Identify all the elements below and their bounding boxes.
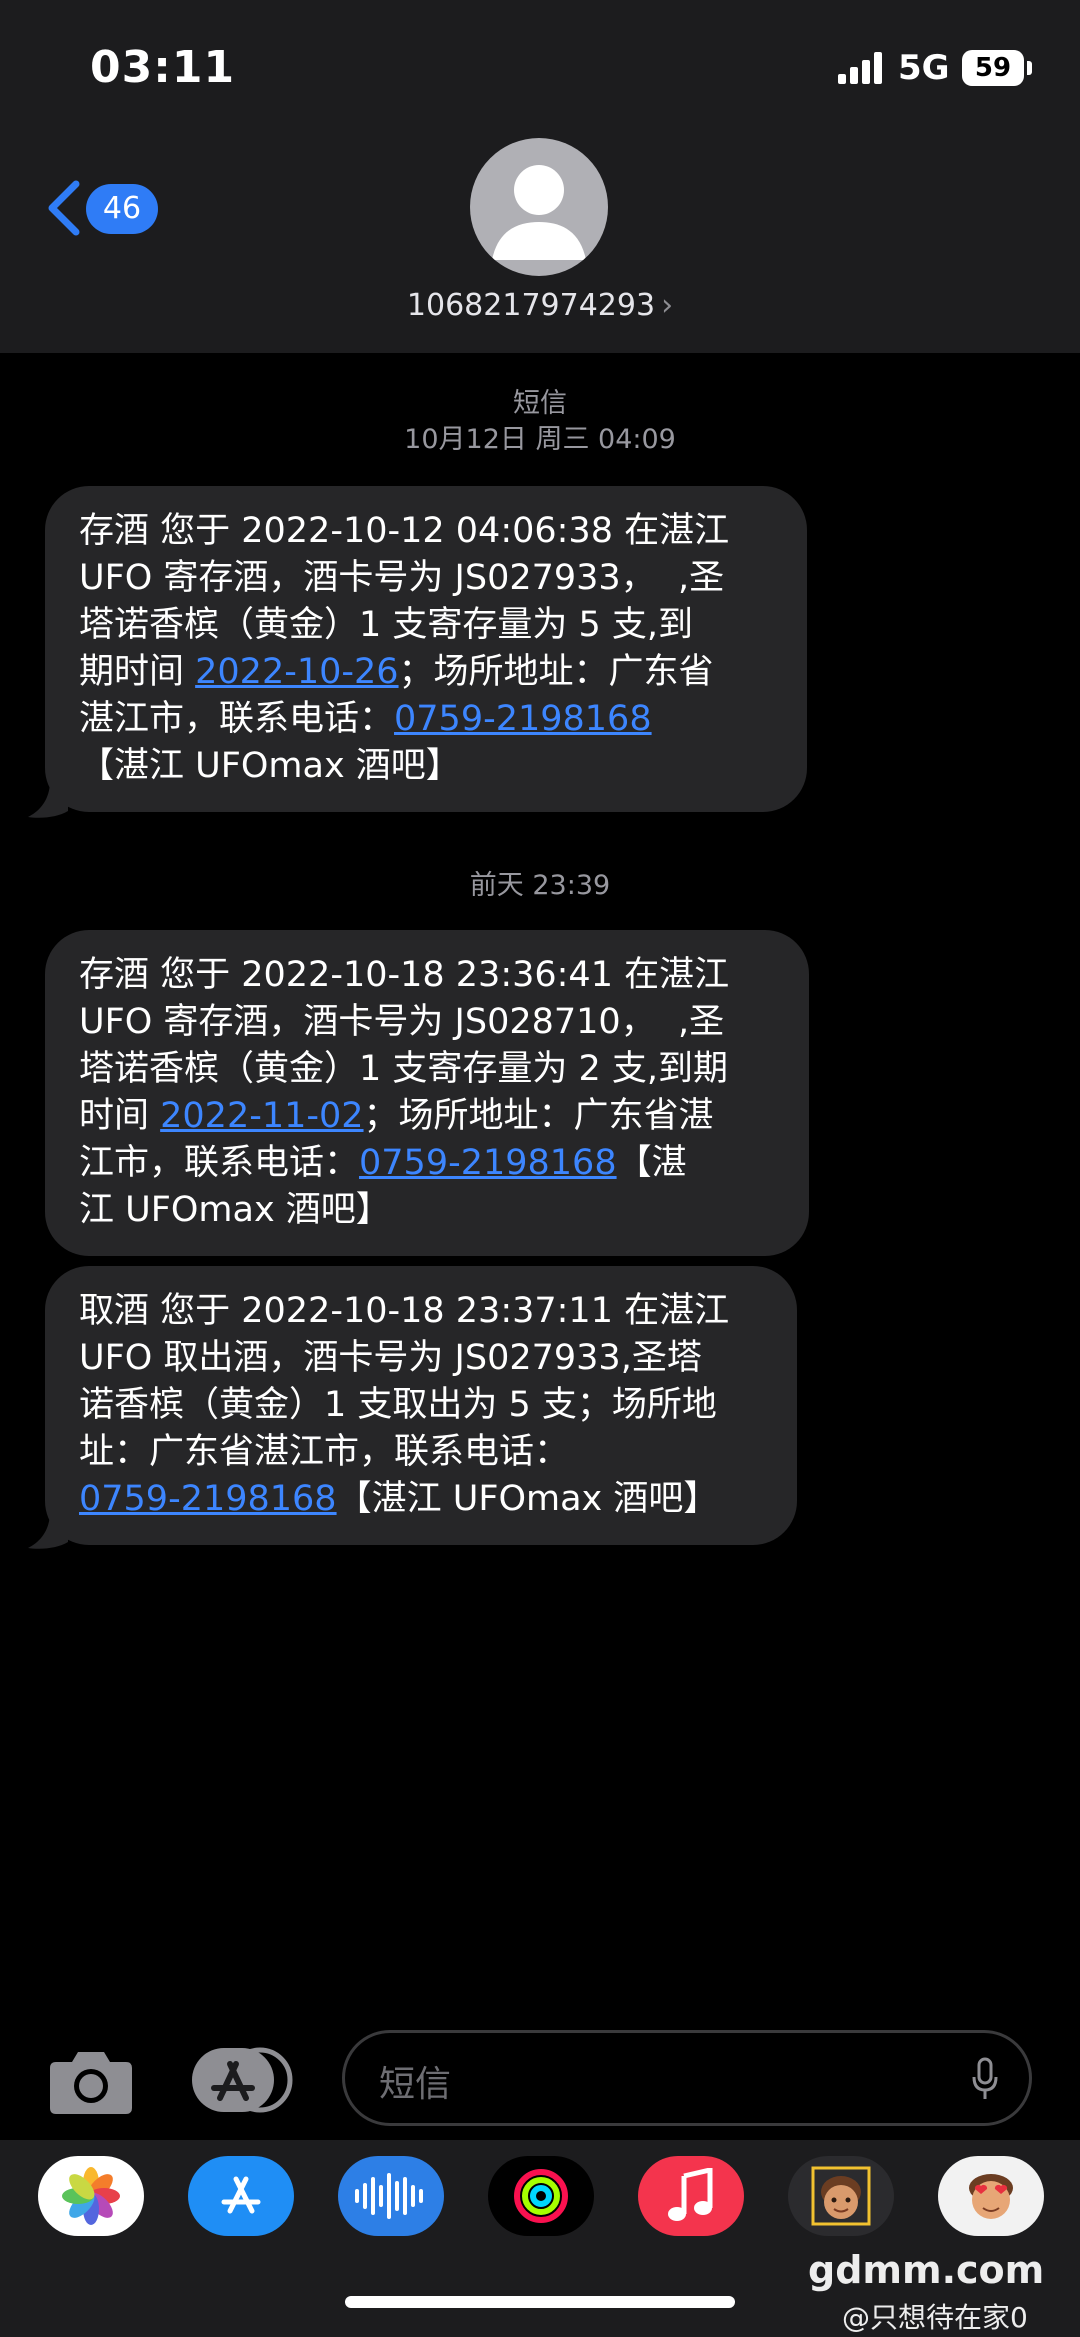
message-bubble[interactable]: 取酒 您于 2022-10-18 23:37:11 在湛江 UFO 取出酒，酒卡…	[45, 1266, 797, 1545]
back-button[interactable]: 46	[42, 176, 162, 242]
fitness-rings-icon[interactable]	[488, 2156, 594, 2236]
watermark-site: gdmm.com	[808, 2248, 1045, 2292]
music-icon[interactable]	[638, 2156, 744, 2236]
memoji-face	[811, 2166, 871, 2226]
waveform-glyph	[355, 2173, 423, 2219]
person-icon	[492, 165, 586, 260]
timestamp: 10月12日 周三 04:09	[404, 424, 676, 455]
home-indicator[interactable]	[345, 2296, 735, 2308]
phone-link[interactable]: 0759-2198168	[394, 699, 652, 739]
message-text: 【湛江 UFOmax 酒吧】	[79, 746, 461, 786]
unread-count-badge: 46	[86, 184, 158, 234]
date-link[interactable]: 2022-11-02	[160, 1096, 363, 1136]
bubble-tail	[28, 1512, 68, 1549]
contact-number: 1068217974293	[406, 288, 656, 323]
app-store-glyph	[221, 2176, 261, 2214]
timestamp: 前天 23:39	[469, 870, 611, 901]
message-text: 【湛江 UFOmax 酒吧】	[336, 1479, 719, 1519]
contact-avatar[interactable]	[470, 138, 608, 276]
app-store-icon[interactable]	[188, 2156, 294, 2236]
battery-icon: 59	[962, 50, 1024, 86]
network-type: 5G	[898, 48, 950, 88]
memoji-boy-icon[interactable]	[788, 2156, 894, 2236]
message-bubble[interactable]: 存酒 您于 2022-10-12 04:06:38 在湛江 UFO 寄存酒，酒卡…	[45, 486, 807, 812]
conversation-header: 03:11 5G 59 46 1068217974293 ›	[0, 0, 1080, 353]
status-time: 03:11	[90, 42, 236, 93]
service-label: 短信	[513, 388, 567, 419]
microphone-icon[interactable]	[971, 2057, 999, 2101]
photos-flower	[62, 2167, 120, 2225]
app-store-icon	[192, 2047, 293, 2113]
date-link[interactable]: 2022-10-26	[195, 652, 398, 692]
camera-icon	[50, 2052, 132, 2114]
apps-button[interactable]	[190, 2044, 294, 2116]
photos-icon[interactable]	[38, 2156, 144, 2236]
activity-rings	[514, 2169, 568, 2223]
timestamp-group: 短信 10月12日 周三 04:09	[0, 386, 1080, 458]
battery-tip	[1027, 61, 1032, 75]
watermark-user: @只想待在家0	[842, 2301, 1028, 2334]
input-placeholder: 短信	[379, 2064, 452, 2105]
audio-waveform-icon[interactable]	[338, 2156, 444, 2236]
cellular-signal-icon	[838, 52, 886, 84]
music-note	[668, 2168, 713, 2221]
message-text: 取酒 您于 2022-10-18 23:37:11 在湛江 UFO 取出酒，酒卡…	[79, 1291, 730, 1472]
phone-link[interactable]: 0759-2198168	[359, 1143, 617, 1183]
contact-name[interactable]: 1068217974293 ›	[0, 288, 1080, 323]
message-input[interactable]: 短信	[342, 2030, 1032, 2126]
bubble-tail	[28, 781, 68, 818]
chevron-right-icon: ›	[661, 288, 674, 323]
memoji-heart-eyes-icon[interactable]	[938, 2156, 1044, 2236]
message-bubble[interactable]: 存酒 您于 2022-10-18 23:36:41 在湛江 UFO 寄存酒，酒卡…	[45, 930, 809, 1256]
phone-link[interactable]: 0759-2198168	[79, 1479, 337, 1519]
camera-button[interactable]	[48, 2044, 134, 2116]
memoji-heart-face	[969, 2174, 1013, 2219]
